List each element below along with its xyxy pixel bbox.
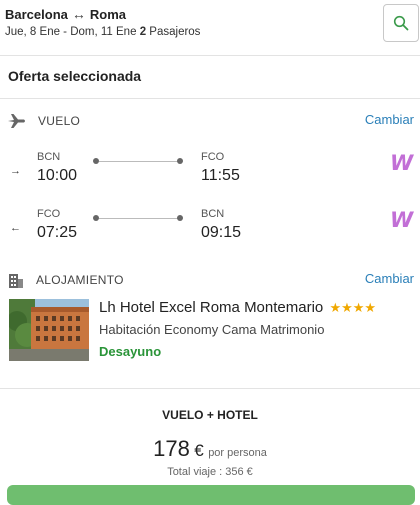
route-end-dot [177,158,183,164]
per-person-label: por persona [208,447,267,459]
hotel-name-text: Lh Hotel Excel Roma Montemario [99,299,324,316]
search-button[interactable] [383,4,419,42]
room-type: Habitación Economy Cama Matrimonio [99,322,325,337]
trip-meta: Jue, 8 Ene - Dom, 11 Ene 2 Pasajeros [5,26,200,38]
flight-row-return: ← FCO 07:25 BCN 09:15 W [0,208,420,252]
hotel-section-header: ALOJAMIENTO [8,272,124,288]
departure-time: 07:25 [37,224,78,241]
trip-header: Barcelona ↔ Roma Jue, 8 Ene - Dom, 11 En… [0,0,420,56]
round-trip-arrow-icon: ↔ [71,6,86,22]
trip-dates: Jue, 8 Ene - Dom, 11 Ene [5,26,137,38]
destination-city: Roma [89,6,126,22]
airline-logo-icon: W [390,208,414,232]
hotel-section-label: ALOJAMIENTO [36,273,124,287]
hotel-name[interactable]: Lh Hotel Excel Roma Montemario ★★★★ [99,299,376,316]
flight-row-outbound: → BCN 10:00 FCO 11:55 W [0,151,420,195]
passengers-label: Pasajeros [149,26,201,38]
passengers-count: 2 [139,26,147,38]
book-button[interactable] [7,485,415,505]
trip-total: Total viaje : 356 € [167,466,253,478]
change-hotel-link[interactable]: Cambiar [365,271,414,286]
flight-section-header: VUELO [8,114,80,128]
route-end-dot [177,215,183,221]
search-icon [393,15,409,31]
divider [0,98,420,99]
route-line [99,161,178,162]
price-value: 178 [153,436,190,461]
route-line [99,218,178,219]
departure-time: 10:00 [37,167,78,184]
change-flight-link[interactable]: Cambiar [365,112,414,127]
divider [0,388,420,389]
price-currency: € [194,441,204,460]
outbound-arrow-icon: → [10,165,21,177]
arrival-code: BCN [201,208,225,220]
route-summary: Barcelona ↔ Roma [5,6,126,22]
arrival-time: 09:15 [201,224,242,241]
return-arrow-icon: ← [10,222,21,234]
package-label: VUELO + HOTEL [162,408,258,422]
airplane-icon [8,114,25,128]
departure-code: FCO [37,208,61,220]
board-type: Desayuno [99,344,162,359]
offer-title: Oferta seleccionada [8,68,142,84]
price-per-person: 178 € por persona [0,436,420,462]
flight-section-label: VUELO [38,114,81,128]
arrival-code: FCO [201,151,225,163]
departure-code: BCN [37,151,61,163]
hotel-photo[interactable] [9,299,89,361]
airline-logo-icon: W [390,151,414,175]
origin-city: Barcelona [5,6,68,22]
arrival-time: 11:55 [201,167,240,184]
hotel-stars: ★★★★ [329,300,377,315]
building-icon [9,274,23,288]
